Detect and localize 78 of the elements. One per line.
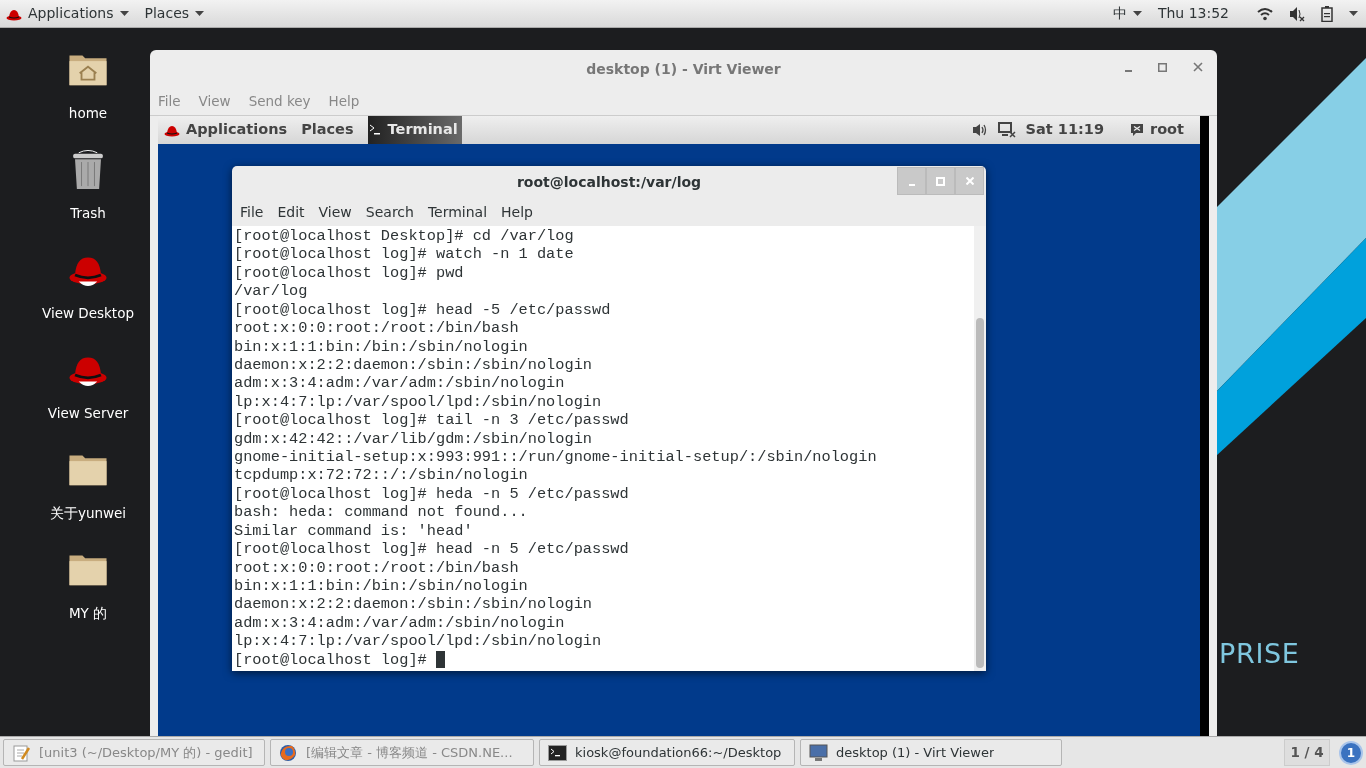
terminal-line: adm:x:3:4:adm:/var/adm:/sbin/nologin: [234, 613, 565, 633]
terminal-line: [root@localhost log]# heda -n 5 /etc/passwd: [234, 484, 629, 504]
battery-icon: [1321, 5, 1333, 22]
speaker-muted-icon: [1289, 5, 1305, 22]
menu-item[interactable]: Edit: [277, 201, 305, 223]
maximize-icon: [936, 176, 945, 186]
input-method-menu[interactable]: 中: [1112, 3, 1142, 24]
caret-icon: [119, 11, 129, 16]
terminal-line: bash: heda: command not found...: [234, 503, 528, 522]
desktop-icon-label[interactable]: View Server: [47, 402, 129, 423]
close-icon: [965, 177, 974, 185]
minimize-icon: [908, 184, 915, 186]
globe-icon: [279, 743, 298, 762]
window-title: root@localhost:/var/log: [516, 172, 702, 192]
terminal-line: bin:x:1:1:bin:/bin:/sbin/nologin: [234, 337, 528, 356]
user-menu[interactable]: root: [1130, 119, 1184, 141]
desktop-icon-label[interactable]: View Desktop: [42, 302, 134, 323]
monitor-icon: [809, 743, 828, 762]
terminal-line: tcpdump:x:72:72::/:/sbin/nologin: [234, 466, 528, 485]
terminal-line: [root@localhost log]# head -5 /etc/passwd: [234, 300, 611, 320]
terminal-line: lp:x:4:7:lp:/var/spool/lpd:/sbin/nologin: [234, 392, 602, 412]
panel-menu[interactable]: Places: [301, 119, 354, 141]
terminal-line: lp:x:4:7:lp:/var/spool/lpd:/sbin/nologin: [234, 632, 602, 651]
window-control-button[interactable]: [926, 167, 955, 195]
terminal-line: gdm:x:42:42::/var/lib/gdm:/sbin/nologin: [234, 429, 592, 449]
menu-item[interactable]: Search: [365, 201, 414, 223]
window-control-button[interactable]: [955, 167, 984, 195]
maximize-icon: [1158, 62, 1167, 72]
clock[interactable]: Thu 13:52: [1157, 3, 1229, 24]
menu-item[interactable]: Terminal: [427, 201, 488, 223]
menu-item[interactable]: File: [240, 201, 264, 223]
redhat-logo-icon: [164, 123, 180, 137]
taskbar-button[interactable]: Terminal: [367, 116, 462, 144]
terminal-icon: [548, 743, 567, 762]
notepad-icon: [12, 743, 31, 762]
workspace-switcher[interactable]: 1 / 4: [1284, 739, 1330, 766]
speaker-icon: [971, 123, 988, 137]
terminal-line: adm:x:3:4:adm:/var/adm:/sbin/nologin: [234, 374, 565, 393]
panel-menu[interactable]: Places: [144, 3, 205, 24]
clock[interactable]: Sat 11:19: [1025, 119, 1104, 141]
chat-bubble-icon: [1130, 123, 1144, 137]
desktop-icon-label[interactable]: 关于yunwei: [49, 502, 127, 523]
wifi-icon: [1257, 6, 1273, 21]
caret-icon: [1132, 11, 1142, 16]
desktop-icon-label[interactable]: Trash: [70, 202, 106, 223]
terminal-line: Similar command is: 'head': [234, 521, 473, 541]
scrollbar-thumb[interactable]: [976, 318, 984, 668]
close-icon: [1193, 62, 1203, 72]
terminal-line: daemon:x:2:2:daemon:/sbin:/sbin/nologin: [234, 595, 592, 614]
taskbar-button[interactable]: desktop (1) - Virt Viewer: [800, 739, 1062, 766]
panel-menu[interactable]: Applications: [164, 119, 288, 141]
panel-menu[interactable]: Applications: [6, 3, 129, 24]
terminal-line: bin:x:1:1:bin:/bin:/sbin/nologin: [234, 577, 528, 596]
minimize-icon: [1125, 70, 1132, 72]
terminal-line: [root@localhost log]#: [234, 650, 428, 670]
taskbar-button[interactable]: kiosk@foundation66:~/Desktop: [539, 739, 795, 766]
terminal-line: daemon:x:2:2:daemon:/sbin:/sbin/nologin: [234, 355, 592, 375]
terminal-line: /var/log: [234, 282, 308, 301]
terminal-line: [root@localhost log]# pwd: [234, 263, 464, 283]
network-offline-icon: [997, 122, 1016, 138]
terminal-line: [root@localhost log]# head -n 5 /etc/passwd: [234, 540, 629, 559]
menu-item[interactable]: Help: [501, 201, 533, 223]
terminal-line: root:x:0:0:root:/root:/bin/bash: [234, 319, 519, 338]
terminal-line: [root@localhost log]# watch -n 1 date: [234, 245, 574, 264]
window-title: desktop (1) - Virt Viewer: [586, 59, 781, 79]
terminal-line: root:x:0:0:root:/root:/bin/bash: [234, 558, 519, 578]
caret-icon: [1349, 11, 1358, 16]
terminal-line: [root@localhost log]# tail -n 3 /etc/passwd: [234, 411, 629, 430]
desktop-icon-label[interactable]: MY 的: [68, 602, 108, 623]
desktop-icon-label[interactable]: home: [68, 102, 108, 123]
notification-badge[interactable]: 1: [1339, 740, 1363, 765]
terminal-line: gnome-initial-setup:x:993:991::/run/gnome-initial-setup/:/sbin/nologin: [234, 448, 877, 467]
text-cursor: [435, 651, 445, 669]
wallpaper-logo-text: PRISE: [1219, 637, 1300, 671]
caret-icon: [195, 11, 205, 16]
menu-item[interactable]: View: [318, 201, 352, 223]
terminal-line: [root@localhost Desktop]# cd /var/log: [234, 227, 574, 246]
window-control-button[interactable]: [897, 167, 926, 195]
